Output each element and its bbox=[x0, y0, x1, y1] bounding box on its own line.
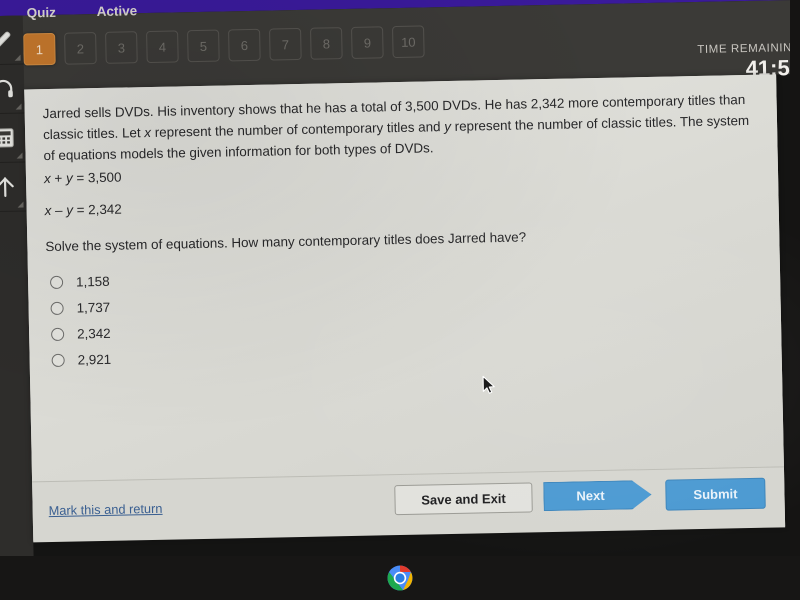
quiz-label: Quiz bbox=[26, 4, 57, 21]
quiz-screen-photo: lgebra 1 B - CR English Quiz Active 1 2 … bbox=[0, 0, 800, 600]
submit-button[interactable]: Submit bbox=[665, 477, 766, 511]
answer-option-4-label: 2,921 bbox=[77, 351, 112, 367]
answer-option-1-label: 1,158 bbox=[75, 273, 110, 290]
answer-option-2[interactable]: 1,737 bbox=[50, 294, 110, 321]
answer-option-1[interactable]: 1,158 bbox=[49, 268, 110, 295]
question-tab-6[interactable]: 6 bbox=[228, 28, 261, 62]
question-text: Jarred sells DVDs. His inventory shows t… bbox=[42, 89, 759, 166]
equation-1-operator: + bbox=[50, 170, 67, 186]
time-remaining-label: TIME REMAINING bbox=[697, 41, 800, 56]
equation-2: x – y = 2,342 bbox=[45, 202, 122, 219]
question-panel: Jarred sells DVDs. His inventory shows t… bbox=[24, 74, 786, 543]
question-body: Jarred sells DVDs. His inventory shows t… bbox=[24, 74, 784, 482]
equation-1-result: = 3,500 bbox=[72, 169, 122, 186]
highlighter-icon bbox=[0, 28, 14, 52]
screen-bezel-right bbox=[790, 0, 800, 600]
question-tab-7[interactable]: 7 bbox=[269, 27, 302, 61]
tool-read-aloud[interactable] bbox=[0, 64, 25, 115]
question-tab-9[interactable]: 9 bbox=[351, 26, 384, 59]
mark-this-and-return-link[interactable]: Mark this and return bbox=[49, 501, 163, 518]
question-tab-10[interactable]: 10 bbox=[392, 25, 425, 59]
question-tabs: 1 2 3 4 5 6 7 8 9 10 bbox=[23, 25, 425, 66]
question-prompt: Solve the system of equations. How many … bbox=[45, 229, 527, 255]
headphones-icon bbox=[0, 77, 15, 101]
radio-button-2[interactable] bbox=[50, 301, 64, 315]
question-line-2c: represent the number of classic titles. bbox=[450, 114, 677, 134]
save-and-exit-button[interactable]: Save and Exit bbox=[394, 482, 533, 516]
equation-2-operator: – bbox=[51, 202, 67, 218]
screen-content: lgebra 1 B - CR English Quiz Active 1 2 … bbox=[0, 0, 800, 583]
chrome-icon[interactable] bbox=[386, 564, 414, 592]
radio-button-3[interactable] bbox=[51, 327, 65, 341]
radio-button-1[interactable] bbox=[49, 275, 64, 289]
tool-calculator[interactable] bbox=[0, 113, 26, 164]
answer-option-4[interactable]: 2,921 bbox=[51, 346, 111, 373]
answer-option-2-label: 1,737 bbox=[76, 299, 111, 315]
equation-1: x + y = 3,500 bbox=[44, 170, 122, 187]
question-tab-4[interactable]: 4 bbox=[146, 30, 179, 64]
question-line-2b: represent the number of contemporary tit… bbox=[150, 119, 445, 140]
next-button[interactable]: Next bbox=[543, 480, 652, 511]
calculator-icon bbox=[0, 126, 16, 150]
arrow-up-icon bbox=[0, 175, 17, 199]
answer-options: 1,158 1,737 2,342 2,921 bbox=[49, 268, 112, 373]
question-tab-1[interactable]: 1 bbox=[23, 32, 56, 66]
answer-option-3[interactable]: 2,342 bbox=[51, 320, 111, 347]
tool-pointer[interactable] bbox=[0, 162, 27, 213]
equation-2-result: = 2,342 bbox=[72, 201, 122, 218]
answer-option-3-label: 2,342 bbox=[76, 325, 111, 341]
question-tab-5[interactable]: 5 bbox=[187, 29, 220, 63]
quiz-status-label: Active bbox=[96, 3, 138, 20]
question-tab-8[interactable]: 8 bbox=[310, 27, 343, 60]
question-tab-2[interactable]: 2 bbox=[64, 32, 97, 65]
question-tab-3[interactable]: 3 bbox=[105, 31, 138, 64]
radio-button-4[interactable] bbox=[51, 353, 65, 367]
tool-highlighter[interactable] bbox=[0, 15, 24, 66]
os-taskbar bbox=[0, 556, 800, 600]
